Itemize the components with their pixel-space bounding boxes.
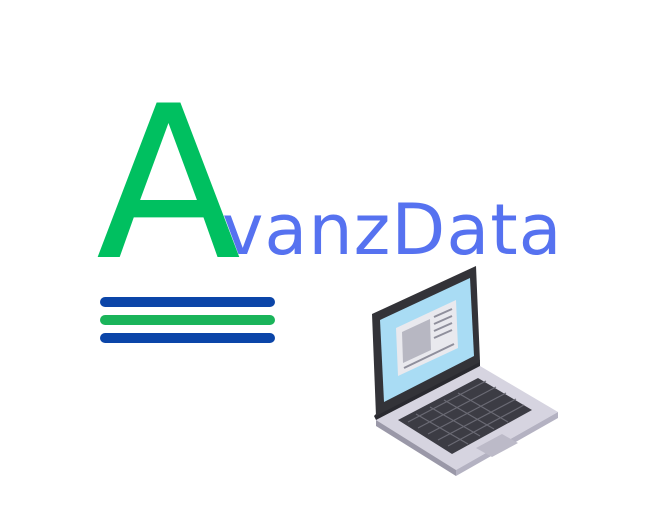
logo-wordmark: vanzData	[222, 189, 563, 271]
laptop-icon	[372, 266, 558, 476]
logo-initial: A	[96, 60, 242, 307]
menu-stripes-icon	[100, 297, 275, 343]
